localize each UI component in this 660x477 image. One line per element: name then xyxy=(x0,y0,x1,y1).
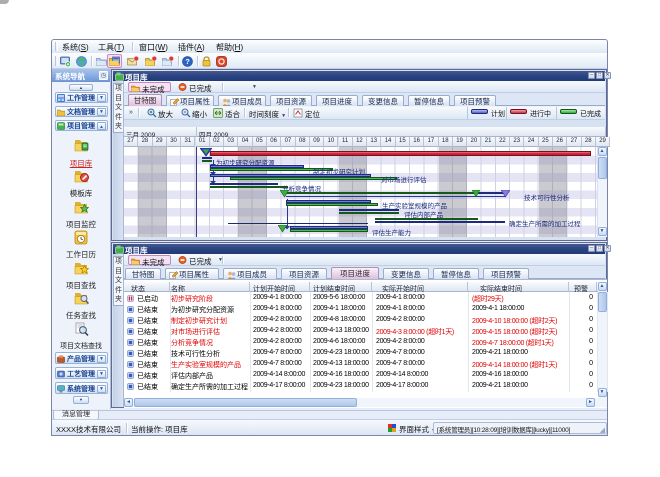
svg-text:?: ? xyxy=(185,57,190,66)
